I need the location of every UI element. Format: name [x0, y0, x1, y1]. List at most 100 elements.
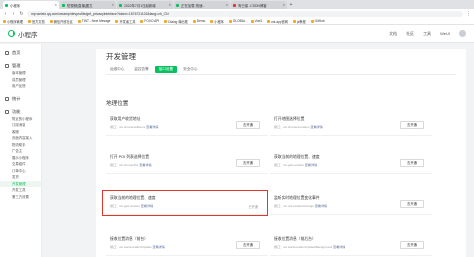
close-icon[interactable]: ✕ — [282, 3, 285, 7]
close-icon[interactable]: ✕ — [111, 3, 114, 7]
sidebar-item-home[interactable]: 首页 — [0, 49, 41, 57]
favicon-icon — [5, 3, 8, 7]
browser-tab[interactable]: 有已保 -CSDN博客 ✕ — [231, 1, 287, 9]
api-item: 获取用户收货地址 接口：wx.chooseAddress 查看详情 去开通 — [106, 112, 268, 136]
close-icon[interactable]: ✕ — [225, 3, 228, 7]
tab-label: 短视频|直播|图文 — [67, 3, 93, 8]
bookmark-item[interactable]: 开发者工具 — [115, 19, 135, 24]
api-item: 打开 POI 列表选择位置 接口：wx.choosePoi 查看详情 去开通 — [106, 150, 268, 174]
folder-icon — [310, 19, 314, 23]
page-tabs: 运维中心 监控告警 接口设置 安全中心 — [106, 66, 202, 73]
tab-monitor[interactable]: 监控告警 — [130, 66, 152, 73]
app-header: 小程序 文档 社区 工具 WeUI — [0, 25, 474, 43]
tab-divider — [106, 74, 456, 75]
enable-button[interactable]: 去开通 — [400, 241, 424, 249]
menu-icon[interactable]: ⋮ — [466, 11, 471, 17]
folder-icon — [27, 19, 31, 23]
api-name: 打开地图选择位置 — [274, 117, 305, 121]
folder-icon — [266, 19, 270, 23]
enable-button[interactable]: 去开通 — [400, 121, 424, 129]
tab-interface-settings[interactable]: 接口设置 — [154, 66, 178, 73]
folder-icon — [115, 19, 119, 23]
tab-ops[interactable]: 运维中心 — [106, 66, 128, 73]
api-name: 接收位置消息（前后台） — [274, 237, 316, 241]
bookmark-item[interactable]: 小程序管理 — [3, 19, 23, 24]
browser-tabstrip: 小程序 ✕ 短视频|直播|图文 ✕ 2022年7月1日起新增 ✕ 正在加载-快速...… — [0, 0, 474, 9]
enable-button[interactable]: 去开通 — [400, 200, 424, 208]
bookmark-item[interactable]: 官方文档 — [27, 19, 45, 24]
api-name: 接收位置消息（前台） — [110, 237, 148, 241]
address-bar-row: ‹ › ↻ mp.weixin.qq.com/wxamp/devprofile/… — [0, 9, 474, 18]
api-desc: 接口：wx.chooseLocation 查看详情 — [274, 125, 323, 129]
reload-icon[interactable]: ↻ — [19, 11, 24, 17]
bookmark-item[interactable]: 微信开放社区 — [49, 19, 73, 24]
api-name: 获取当前的地理位置、速度 — [274, 155, 320, 159]
detail-link[interactable]: 查看详情 — [315, 204, 327, 208]
api-name: 获取用户收货地址 — [110, 117, 141, 121]
folder-icon — [292, 19, 296, 23]
detail-link[interactable]: 查看详情 — [310, 125, 322, 129]
api-item: 打开地图选择位置 接口：wx.chooseLocation 查看详情 去开通 — [270, 112, 432, 136]
api-desc: 接口：wx.startLocationUpdateBackground 查看详情 — [274, 245, 346, 249]
bookmark-item[interactable]: 小程序 — [210, 19, 224, 24]
tab-label: 小程序 — [10, 3, 21, 8]
folder-icon — [210, 19, 214, 23]
bookmark-item[interactable]: TINT - Next Mesage — [77, 19, 110, 23]
browser-tab[interactable]: 2022年7月1日起新增 ✕ — [117, 1, 173, 9]
sidebar-group-stats[interactable]: 统计 — [0, 95, 41, 103]
folder-icon — [164, 19, 168, 23]
api-desc: 接口：wx.onLocationChange 查看详情 — [274, 204, 328, 208]
detail-link[interactable]: 查看详情 — [305, 163, 317, 167]
detail-link[interactable]: 查看详情 — [139, 163, 151, 167]
folder-icon — [250, 19, 254, 23]
nav-tools[interactable]: 工具 — [423, 31, 431, 37]
tab-label: 2022年7月1日起新增 — [124, 3, 156, 8]
enable-button[interactable]: 去开通 — [236, 241, 260, 249]
tab-security[interactable]: 安全中心 — [179, 66, 201, 73]
browser-tab[interactable]: 小程序 ✕ — [3, 1, 59, 9]
favicon-icon — [233, 3, 236, 7]
detail-link[interactable]: 查看详情 — [153, 245, 165, 249]
enable-button[interactable]: 去开通 — [236, 159, 260, 167]
bookmark-item[interactable]: Vue3 — [250, 19, 262, 23]
nav-docs[interactable]: 文档 — [389, 31, 397, 37]
folder-icon — [77, 19, 81, 23]
sidebar-group-features[interactable]: 功能 — [0, 108, 41, 116]
api-desc: 接口：wx.chooseAddress 查看详情 — [110, 125, 159, 129]
sidebar-item[interactable]: 用户反馈 — [0, 83, 41, 90]
back-icon[interactable]: ‹ — [3, 11, 8, 17]
bookmark-item[interactable]: js教程 — [292, 19, 306, 24]
bookmark-item[interactable]: Demo — [192, 19, 205, 23]
miniprogram-logo-icon — [8, 30, 15, 37]
close-icon[interactable]: ✕ — [168, 3, 171, 7]
bookmark-item[interactable]: FOXO API — [140, 19, 159, 23]
stats-icon — [5, 96, 9, 101]
api-item: 监听实时地理位置变化事件 接口：wx.onLocationChange 查看详情… — [270, 191, 432, 215]
nav-community[interactable]: 社区 — [406, 31, 414, 37]
nav-weui[interactable]: WeUI — [440, 31, 450, 36]
detail-link[interactable]: 查看详情 — [146, 125, 158, 129]
sidebar-group-manage[interactable]: 管理 — [0, 62, 41, 70]
browser-tab[interactable]: 短视频|直播|图文 ✕ — [60, 1, 116, 9]
enable-button[interactable]: 去开通 — [400, 159, 424, 167]
bookmark-item[interactable]: GLOBAL — [228, 19, 246, 23]
app-logo-label: 小程序 — [18, 31, 38, 39]
sidebar: 首页 管理 版本管理 成员管理 用户反馈 统计 功能 附近的小程序 订阅消息 客… — [0, 44, 42, 257]
bookmark-item[interactable]: Dialog 弹出框 — [164, 19, 188, 24]
tab-label: 有已保 -CSDN博客 — [238, 3, 267, 8]
forward-icon[interactable]: › — [11, 11, 16, 17]
sidebar-item[interactable]: 第三方设置 — [0, 194, 41, 201]
url-input[interactable]: mp.weixin.qq.com/wxamp/devprofile/get_pr… — [27, 10, 463, 17]
bookmarks-bar: 小程序管理 官方文档 微信开放社区 TINT - Next Mesage 开发者… — [0, 18, 474, 25]
enable-button[interactable]: 去开通 — [236, 121, 260, 129]
close-icon[interactable]: ✕ — [54, 3, 57, 7]
detail-link[interactable]: 查看详情 — [333, 245, 345, 249]
app-logo[interactable]: 小程序 — [8, 29, 38, 39]
bookmark-item[interactable]: GitHub — [310, 19, 325, 23]
page-title: 开发管理 — [106, 52, 136, 61]
new-tab-button[interactable]: + — [288, 1, 294, 9]
bookmark-item[interactable]: uni-app官网 — [266, 19, 288, 24]
browser-tab[interactable]: 正在加载-快速... ✕ — [174, 1, 230, 9]
avatar[interactable] — [459, 30, 466, 37]
folder-icon — [49, 19, 53, 23]
